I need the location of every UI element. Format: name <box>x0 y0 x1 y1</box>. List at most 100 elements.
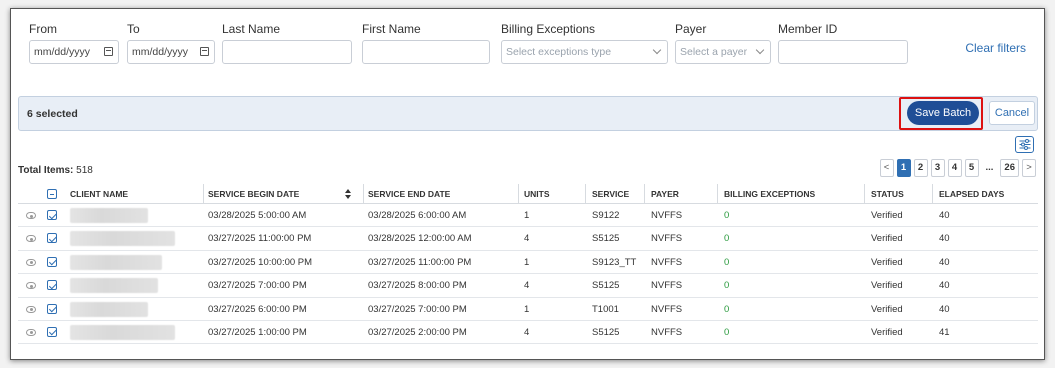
last-name-input[interactable] <box>222 40 352 64</box>
to-date-input[interactable]: mm/dd/yyyy <box>127 40 215 64</box>
service-cell: S9122 <box>592 210 620 221</box>
page-button[interactable]: 3 <box>930 159 945 177</box>
pagination: < 1 2 3 4 5 ... 26 > <box>879 159 1036 177</box>
billing-exceptions-cell: 0 <box>724 233 730 245</box>
row-checkbox[interactable] <box>47 256 57 267</box>
client-name-redacted <box>70 254 162 270</box>
service-begin-cell: 03/27/2025 7:00:00 PM <box>208 280 307 292</box>
clear-filters-link[interactable]: Clear filters <box>965 41 1026 55</box>
column-elapsed-days[interactable]: ELAPSED DAYS <box>939 184 1004 204</box>
service-cell: S5125 <box>592 280 620 292</box>
sliders-icon <box>1019 139 1031 150</box>
table-row[interactable]: 03/28/2025 5:00:00 AM 03/28/2025 6:00:00 … <box>18 204 1038 228</box>
member-id-label: Member ID <box>778 22 838 36</box>
table-row[interactable]: 03/27/2025 11:00:00 PM 03/28/2025 12:00:0… <box>18 227 1038 251</box>
table-row[interactable]: 03/27/2025 7:00:00 PM 03/27/2025 8:00:00 … <box>18 274 1038 298</box>
to-filter: To mm/dd/yyyy <box>127 21 215 64</box>
column-billing-exceptions[interactable]: BILLING EXCEPTIONS <box>724 184 815 204</box>
billing-exceptions-label: Billing Exceptions <box>501 22 596 36</box>
column-settings-button[interactable] <box>1015 136 1034 153</box>
elapsed-days-cell: 40 <box>939 303 950 315</box>
member-id-input[interactable] <box>778 40 908 64</box>
sort-icon[interactable] <box>345 189 351 199</box>
payer-cell: NVFFS <box>651 280 683 292</box>
from-filter: From mm/dd/yyyy <box>29 21 119 64</box>
calendar-icon[interactable] <box>200 47 209 56</box>
units-cell: 4 <box>524 233 530 245</box>
payer-cell: NVFFS <box>651 303 683 315</box>
billing-exceptions-placeholder: Select exceptions type <box>506 46 612 58</box>
table-row[interactable]: 03/27/2025 10:00:00 PM 03/27/2025 11:00:0… <box>18 251 1038 275</box>
row-checkbox[interactable] <box>47 326 57 337</box>
eye-icon[interactable] <box>26 235 36 243</box>
status-cell: Verified <box>871 303 903 315</box>
column-status[interactable]: STATUS <box>871 184 904 204</box>
service-end-cell: 03/28/2025 6:00:00 AM <box>368 210 467 221</box>
column-service-begin[interactable]: SERVICE BEGIN DATE <box>208 184 363 204</box>
billing-exceptions-cell: 0 <box>724 326 730 338</box>
eye-icon[interactable] <box>26 282 36 290</box>
service-begin-cell: 03/28/2025 5:00:00 AM <box>208 210 307 221</box>
select-all-checkbox[interactable] <box>47 189 57 199</box>
billing-exceptions-cell: 0 <box>724 303 730 315</box>
last-page-button[interactable]: 26 <box>1000 159 1019 177</box>
column-divider <box>363 184 364 204</box>
total-items-value: 518 <box>76 165 93 176</box>
column-client-name[interactable]: CLIENT NAME <box>70 184 128 204</box>
service-cell: S5125 <box>592 233 620 245</box>
table-row[interactable]: 03/27/2025 6:00:00 PM 03/27/2025 7:00:00 … <box>18 298 1038 321</box>
column-divider <box>644 184 645 204</box>
service-end-cell: 03/27/2025 11:00:00 PM <box>368 256 472 268</box>
row-checkbox[interactable] <box>47 303 57 314</box>
calendar-icon[interactable] <box>104 47 113 56</box>
service-begin-cell: 03/27/2025 11:00:00 PM <box>208 233 312 245</box>
first-name-filter: First Name <box>362 21 490 64</box>
service-end-cell: 03/27/2025 7:00:00 PM <box>368 303 467 315</box>
table-body: 03/28/2025 5:00:00 AM 03/28/2025 6:00:00 … <box>18 204 1038 345</box>
elapsed-days-cell: 41 <box>939 326 950 338</box>
row-checkbox[interactable] <box>47 280 57 291</box>
column-divider <box>864 184 865 204</box>
last-name-filter: Last Name <box>222 21 352 64</box>
payer-select[interactable]: Select a payer <box>675 40 771 64</box>
payer-label: Payer <box>675 22 707 36</box>
client-name-redacted <box>70 231 175 247</box>
eye-icon[interactable] <box>26 328 36 336</box>
payer-placeholder: Select a payer <box>680 46 748 58</box>
from-label: From <box>29 22 57 36</box>
eye-icon[interactable] <box>26 305 36 313</box>
from-date-input[interactable]: mm/dd/yyyy <box>29 40 119 64</box>
cancel-button[interactable]: Cancel <box>989 101 1035 125</box>
page-button[interactable]: 1 <box>896 159 911 177</box>
page-button[interactable]: 4 <box>947 159 962 177</box>
row-checkbox[interactable] <box>47 210 57 220</box>
units-cell: 1 <box>524 210 530 221</box>
prev-page-button[interactable]: < <box>879 159 894 177</box>
column-divider <box>518 184 519 204</box>
page-button[interactable]: 2 <box>913 159 928 177</box>
elapsed-days-cell: 40 <box>939 280 950 292</box>
column-divider <box>932 184 933 204</box>
client-name-redacted <box>70 324 175 340</box>
eye-icon[interactable] <box>26 212 36 219</box>
first-name-input[interactable] <box>362 40 490 64</box>
batch-action-bar: 6 selected Save Batch Cancel <box>18 96 1038 131</box>
column-divider <box>585 184 586 204</box>
service-cell: S9123_TT <box>592 256 637 268</box>
save-batch-button[interactable]: Save Batch <box>907 101 979 125</box>
row-checkbox[interactable] <box>47 233 57 244</box>
column-payer[interactable]: PAYER <box>651 184 679 204</box>
to-label: To <box>127 22 140 36</box>
service-begin-cell: 03/27/2025 10:00:00 PM <box>208 256 313 268</box>
column-service-end[interactable]: SERVICE END DATE <box>368 184 450 204</box>
next-page-button[interactable]: > <box>1022 159 1036 177</box>
service-end-cell: 03/27/2025 2:00:00 PM <box>368 326 467 338</box>
pagination-ellipsis: ... <box>981 159 998 177</box>
table-row[interactable]: 03/27/2025 1:00:00 PM 03/27/2025 2:00:00 … <box>18 321 1038 345</box>
billing-exceptions-select[interactable]: Select exceptions type <box>501 40 668 64</box>
page-button[interactable]: 5 <box>964 159 979 177</box>
column-service[interactable]: SERVICE <box>592 184 629 204</box>
column-units[interactable]: UNITS <box>524 184 550 204</box>
billing-table: CLIENT NAME SERVICE BEGIN DATE SERVICE E… <box>18 184 1038 345</box>
eye-icon[interactable] <box>26 258 36 266</box>
